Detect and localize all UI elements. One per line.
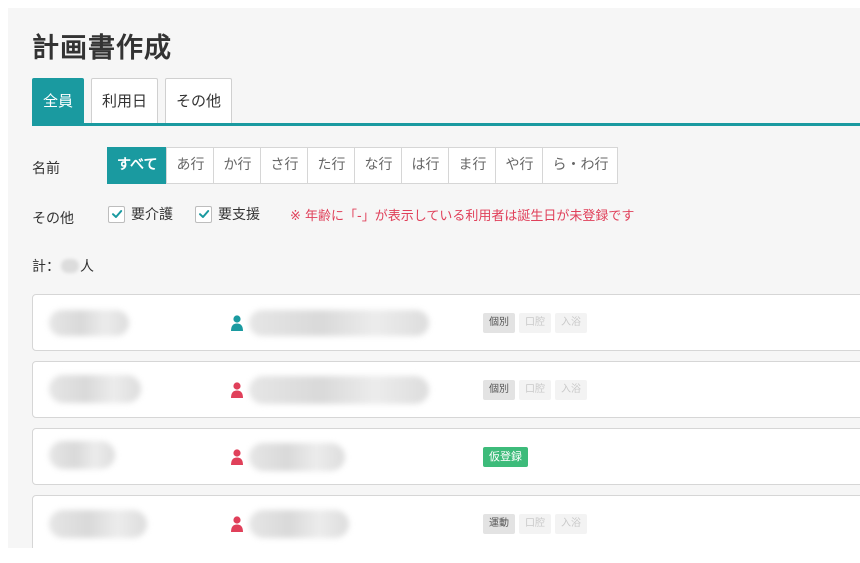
filter-ra-wa-row[interactable]: ら・わ行 — [542, 147, 619, 184]
tag-bath: 入浴 — [555, 514, 587, 534]
person-icon — [231, 382, 243, 398]
tag-exercise: 運動 — [483, 514, 515, 534]
service-tags: 個別 口腔 入浴 — [483, 313, 587, 333]
user-card[interactable]: 運動 口腔 入浴 — [32, 495, 860, 548]
check-icon — [111, 210, 122, 218]
name-filter-label: 名前 — [32, 161, 60, 177]
tab-underline — [32, 123, 860, 126]
person-icon — [231, 315, 243, 331]
checkbox-label: 要支援 — [218, 207, 260, 223]
tag-oral: 口腔 — [519, 313, 551, 333]
other-filter-label: その他 — [32, 211, 74, 227]
user-card[interactable]: 個別 口腔 入浴 — [32, 361, 860, 418]
tab-bar: 全員 利用日 その他 — [32, 78, 233, 124]
person-icon — [231, 516, 243, 532]
user-id-redacted — [49, 441, 115, 469]
user-id-redacted — [49, 310, 129, 336]
filter-ta-row[interactable]: た行 — [307, 147, 356, 184]
page: 計画書作成 全員 利用日 その他 名前 すべて あ行 か行 さ行 た行 な行 は… — [8, 8, 860, 548]
filter-sa-row[interactable]: さ行 — [260, 147, 309, 184]
filter-ya-row[interactable]: や行 — [495, 147, 544, 184]
tag-bath: 入浴 — [555, 380, 587, 400]
checkbox-box[interactable] — [108, 205, 125, 223]
filter-na-row[interactable]: な行 — [354, 147, 403, 184]
tag-bath: 入浴 — [555, 313, 587, 333]
user-list: 個別 口腔 入浴 個別 口腔 入浴 仮登録 運動 口腔 入浴 — [32, 294, 860, 548]
other-filter-group: 要介護 要支援 ※ 年齢に「-」が表示している利用者は誕生日が未登録です — [108, 204, 634, 224]
tab-usage-day[interactable]: 利用日 — [91, 78, 159, 124]
tag-oral: 口腔 — [519, 380, 551, 400]
checkbox-support-required[interactable]: 要支援 — [195, 204, 260, 224]
check-icon — [198, 210, 209, 218]
user-name-redacted — [249, 310, 429, 336]
filter-ha-row[interactable]: は行 — [401, 147, 450, 184]
filter-ma-row[interactable]: ま行 — [448, 147, 497, 184]
user-card[interactable]: 仮登録 — [32, 428, 860, 485]
user-name-redacted — [249, 443, 345, 471]
service-tags: 仮登録 — [483, 447, 528, 467]
tag-oral: 口腔 — [519, 514, 551, 534]
name-filter-group: すべて あ行 か行 さ行 た行 な行 は行 ま行 や行 ら・わ行 — [107, 147, 619, 184]
tab-other[interactable]: その他 — [165, 78, 233, 124]
total-suffix: 人 — [80, 259, 94, 275]
tag-individual: 個別 — [483, 313, 515, 333]
person-icon — [231, 449, 243, 465]
birthday-notice: ※ 年齢に「-」が表示している利用者は誕生日が未登録です — [290, 208, 635, 224]
total-prefix: 計： — [32, 259, 60, 275]
service-tags: 個別 口腔 入浴 — [483, 380, 587, 400]
user-name-redacted — [249, 376, 429, 404]
page-title: 計画書作成 — [32, 33, 172, 64]
user-name-redacted — [249, 510, 349, 538]
user-id-redacted — [49, 375, 141, 403]
tab-all[interactable]: 全員 — [32, 78, 85, 124]
user-card[interactable]: 個別 口腔 入浴 — [32, 294, 860, 351]
tag-individual: 個別 — [483, 380, 515, 400]
filter-all[interactable]: すべて — [107, 147, 168, 184]
checkbox-label: 要介護 — [131, 207, 173, 223]
total-count: 計： 人 — [32, 256, 94, 276]
total-number-redacted — [61, 259, 79, 273]
service-tags: 運動 口腔 入浴 — [483, 514, 587, 534]
checkbox-box[interactable] — [195, 205, 212, 223]
user-id-redacted — [49, 510, 147, 538]
checkbox-care-required[interactable]: 要介護 — [108, 204, 173, 224]
filter-a-row[interactable]: あ行 — [166, 147, 215, 184]
tag-provisional: 仮登録 — [483, 447, 528, 467]
filter-ka-row[interactable]: か行 — [213, 147, 262, 184]
